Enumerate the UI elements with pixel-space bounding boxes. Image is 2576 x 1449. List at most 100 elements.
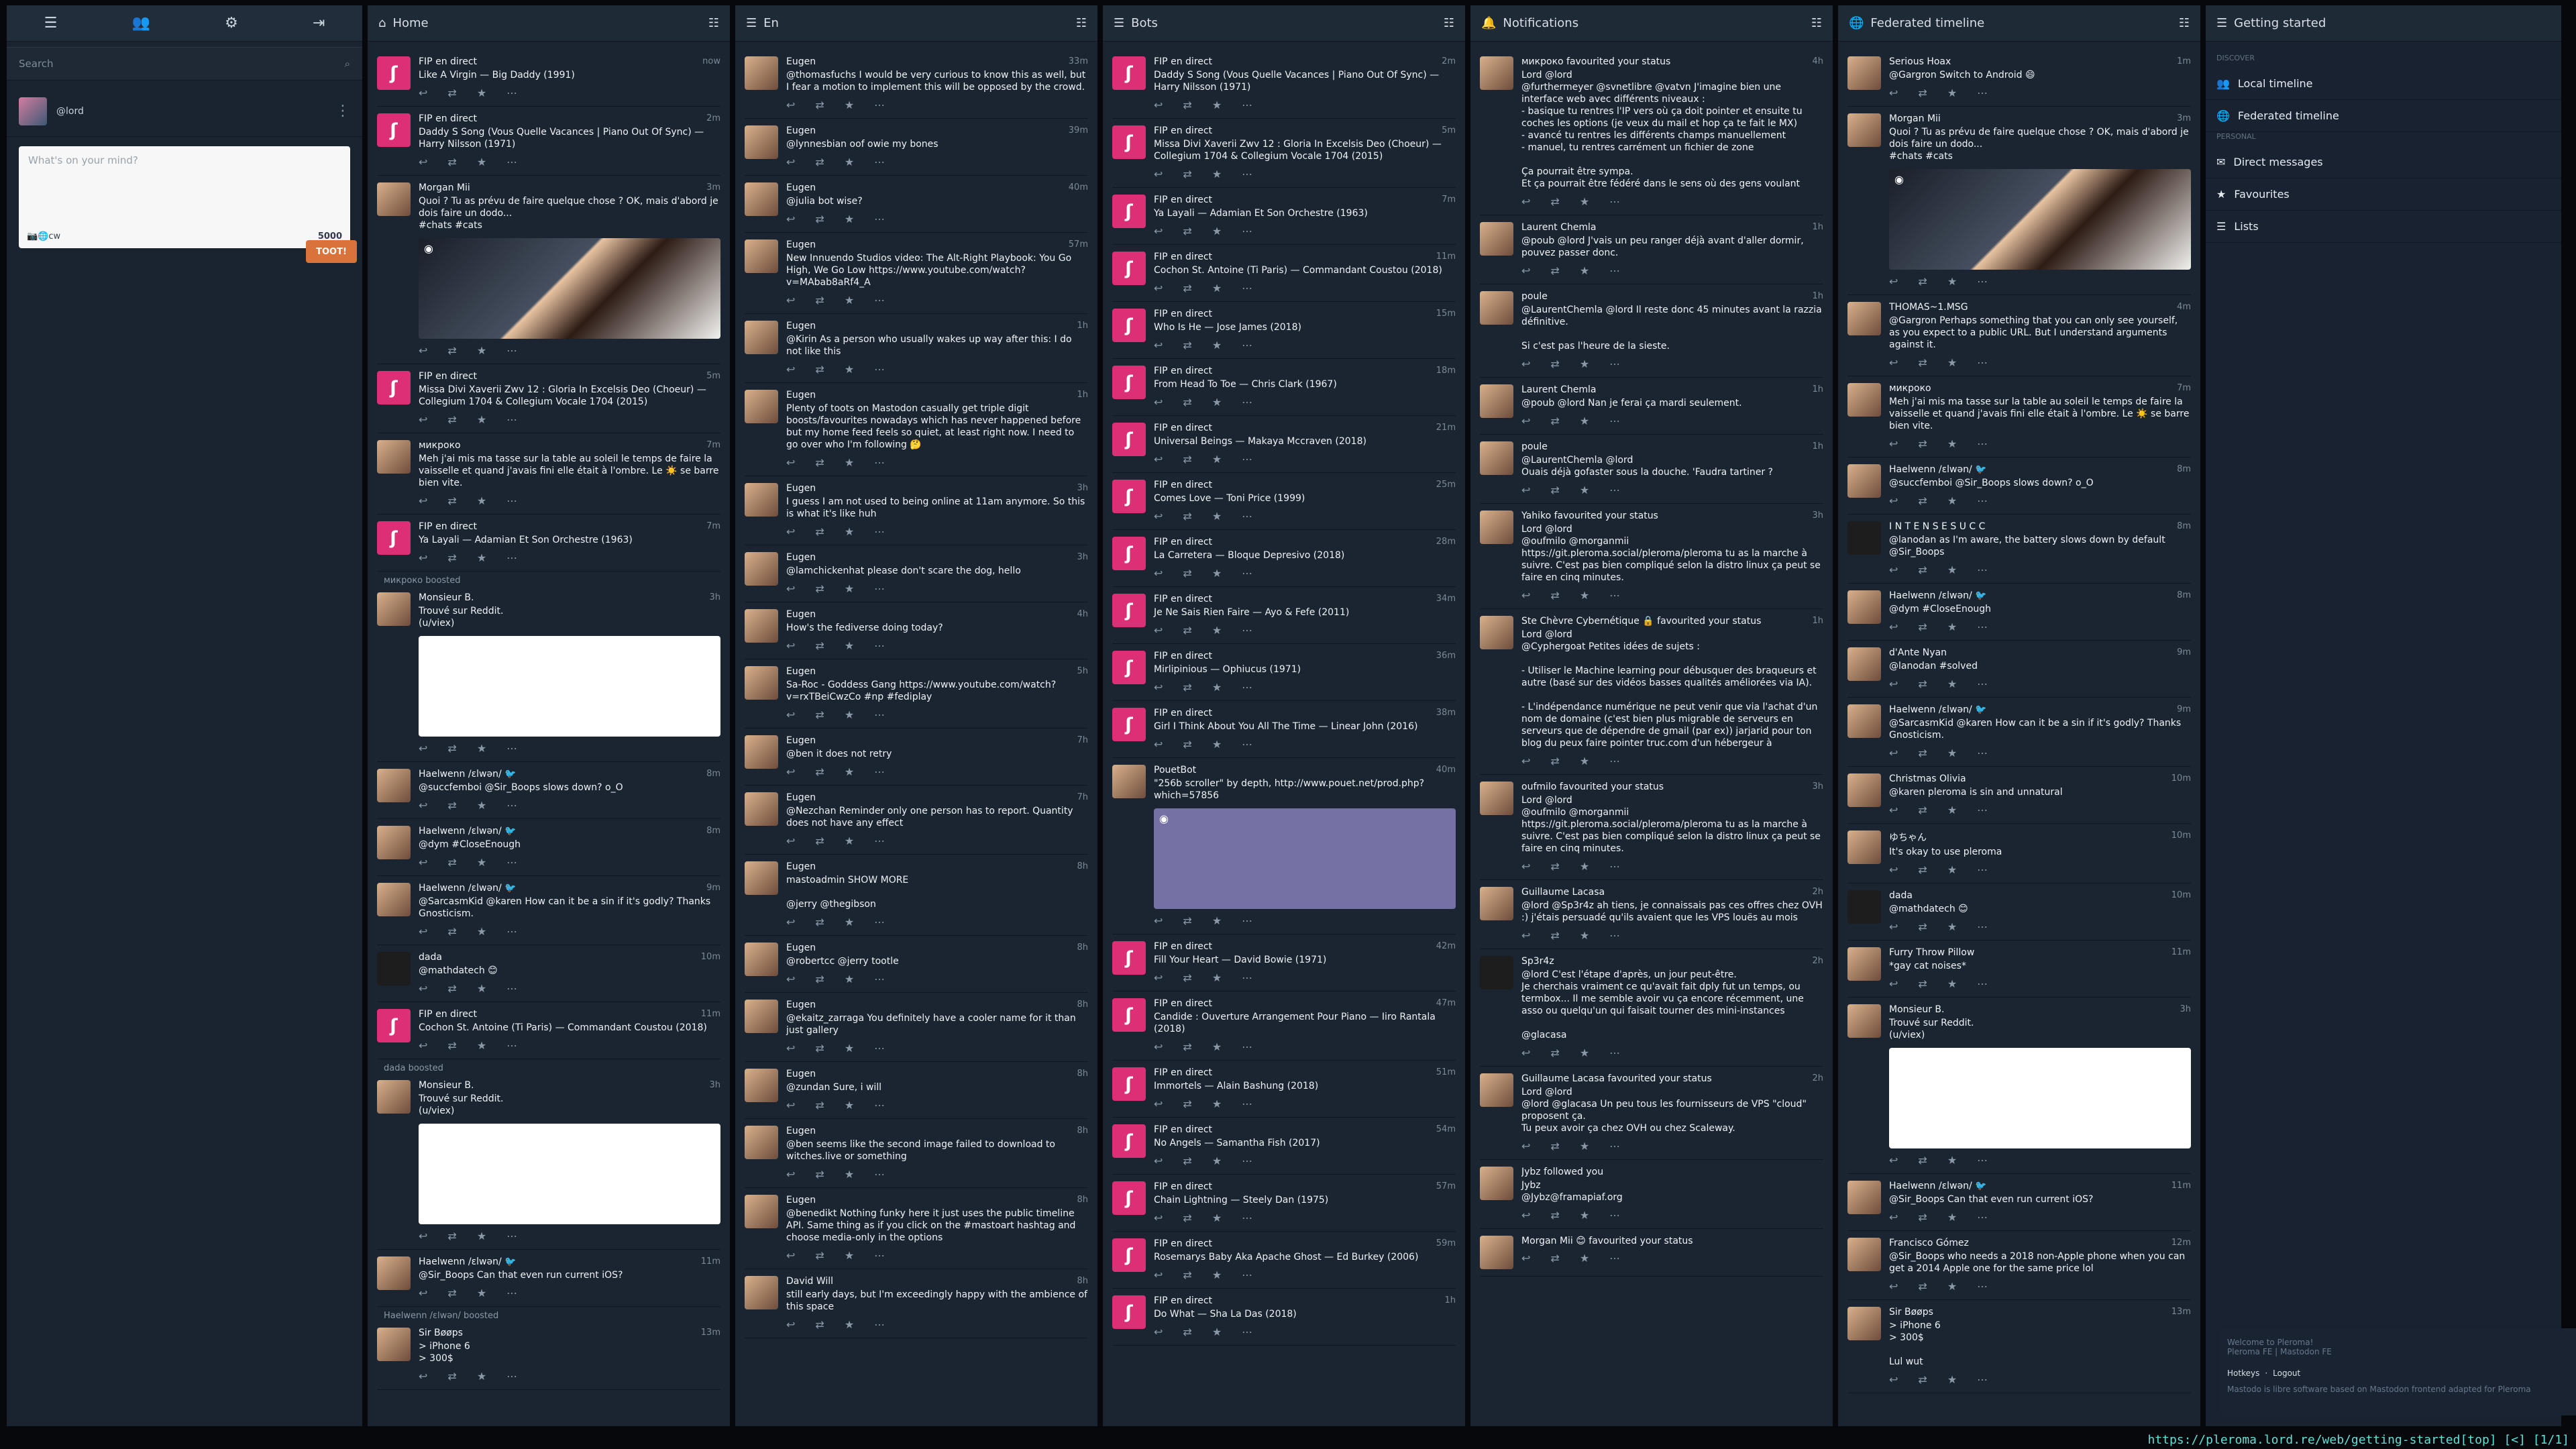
status-avatar[interactable]	[745, 56, 778, 90]
status-avatar[interactable]	[1847, 1004, 1881, 1038]
status-time[interactable]: 3m	[2177, 113, 2191, 123]
author-name[interactable]: Eugen	[786, 1195, 816, 1205]
star-icon[interactable]: ★	[845, 708, 854, 721]
author-name[interactable]: FIP en direct	[1154, 125, 1212, 136]
cat-media[interactable]	[419, 238, 720, 339]
star-icon[interactable]: ★	[477, 551, 486, 564]
star-icon[interactable]: ★	[477, 799, 486, 812]
status-time[interactable]: 8h	[1077, 861, 1088, 871]
author-name[interactable]: FIP en direct	[1154, 594, 1212, 604]
status-author[interactable]: 1m Serious Hoax	[1889, 56, 2191, 67]
star-icon[interactable]: ★	[1212, 168, 1222, 180]
status[interactable]: 1h Eugen Plenty of toots on Mastodon casua…	[745, 383, 1088, 476]
more-icon[interactable]: ⋯	[874, 639, 885, 652]
reply-icon[interactable]: ↩	[1154, 567, 1163, 580]
author-name[interactable]: THOMAS~1.MSG	[1889, 302, 1968, 313]
boost-icon[interactable]: ⇄	[815, 765, 824, 778]
star-icon[interactable]: ★	[1212, 1212, 1222, 1224]
author-name[interactable]: Eugen	[786, 943, 816, 953]
author-name[interactable]: Monsieur B.	[419, 592, 474, 603]
reply-icon[interactable]: ↩	[1154, 453, 1163, 466]
author-name[interactable]: FIP en direct	[1154, 366, 1212, 376]
star-icon[interactable]: ★	[477, 982, 486, 995]
status[interactable]: 2h Guillaume Lacasa favourited your statu…	[1480, 1067, 1823, 1160]
reply-icon[interactable]: ↩	[1521, 1252, 1530, 1265]
star-icon[interactable]: ★	[1212, 396, 1222, 409]
more-icon[interactable]: ⋯	[1977, 356, 1988, 369]
status-avatar[interactable]	[1847, 1307, 1881, 1340]
reply-icon[interactable]: ↩	[1889, 1373, 1898, 1386]
status-author[interactable]: 1h Eugen	[786, 321, 1088, 331]
settings-icon[interactable]: ☷	[1811, 16, 1822, 30]
star-icon[interactable]: ★	[1580, 1046, 1589, 1059]
star-icon[interactable]: ★	[1947, 275, 1957, 288]
more-icon[interactable]: ⋯	[1977, 747, 1988, 759]
status-time[interactable]: 3h	[1077, 483, 1088, 493]
star-icon[interactable]: ★	[1580, 1252, 1589, 1265]
status-avatar[interactable]: ʃ	[1112, 1067, 1146, 1101]
star-icon[interactable]: ★	[1212, 681, 1222, 694]
boost-icon[interactable]: ⇄	[815, 456, 824, 469]
boost-icon[interactable]: ⇄	[1183, 738, 1191, 751]
reply-icon[interactable]: ↩	[419, 925, 427, 938]
more-icon[interactable]: ⋯	[506, 156, 517, 168]
hamburger-icon[interactable]: ☰	[44, 15, 58, 32]
star-icon[interactable]: ★	[1580, 929, 1589, 942]
boost-icon[interactable]: ⇄	[447, 87, 456, 99]
boost-icon[interactable]: ⇄	[1183, 453, 1191, 466]
lists-link[interactable]: ☰ Lists	[2206, 211, 2561, 243]
boost-icon[interactable]: ⇄	[815, 1099, 824, 1112]
boost-icon[interactable]: ⇄	[1183, 1155, 1191, 1167]
boost-icon[interactable]: ⇄	[447, 856, 456, 869]
status-author[interactable]: 1h poule	[1521, 291, 1823, 302]
reply-icon[interactable]: ↩	[786, 294, 795, 307]
status[interactable]: ʃ 34m FIP en direct Je Ne Sais Rien Faire —…	[1112, 587, 1456, 644]
star-icon[interactable]: ★	[845, 525, 854, 538]
more-icon[interactable]: ⋯	[506, 344, 517, 357]
reply-icon[interactable]: ↩	[786, 1042, 795, 1055]
status-author[interactable]: 10m dada	[419, 952, 720, 963]
more-icon[interactable]: ⋯	[506, 742, 517, 755]
reply-icon[interactable]: ↩	[786, 363, 795, 376]
reply-icon[interactable]: ↩	[1889, 804, 1898, 816]
more-icon[interactable]: ⋯	[506, 856, 517, 869]
status-time[interactable]: 3h	[1812, 782, 1823, 792]
status[interactable]: 10m ゆちゃん It's okay to use pleroma ↩ ⇄ ★ ⋯	[1847, 824, 2191, 883]
status-author[interactable]: 15m FIP en direct	[1154, 309, 1456, 319]
status-time[interactable]: 33m	[1069, 56, 1088, 66]
reply-icon[interactable]: ↩	[1889, 621, 1898, 633]
reply-icon[interactable]: ↩	[419, 344, 427, 357]
more-icon[interactable]: ⋯	[1609, 484, 1620, 496]
status[interactable]: ʃ 47m FIP en direct Candide : Ouverture Arr…	[1112, 991, 1456, 1061]
author-name[interactable]: FIP en direct	[419, 1009, 477, 1020]
boost-icon[interactable]: ⇄	[1183, 624, 1191, 637]
star-icon[interactable]: ★	[845, 1099, 854, 1112]
more-icon[interactable]: ⋯	[874, 213, 885, 225]
status[interactable]: 3m Morgan Mii Quoi ? Tu as prévu de faire …	[1847, 107, 2191, 295]
status[interactable]: 8h David Will still early days, but I'm ex…	[745, 1269, 1088, 1338]
reply-icon[interactable]: ↩	[419, 87, 427, 99]
author-name[interactable]: Serious Hoax	[1889, 56, 1951, 67]
author-name[interactable]: FIP en direct	[1154, 651, 1212, 661]
status-avatar[interactable]: ʃ	[1112, 651, 1146, 684]
more-icon[interactable]: ⋯	[1609, 415, 1620, 427]
boost-icon[interactable]: ⇄	[447, 982, 456, 995]
more-icon[interactable]: ⋯	[1242, 914, 1252, 927]
more-icon[interactable]: ⋯	[1242, 99, 1252, 111]
status[interactable]: 12m Francisco Gómez @Sir_Boops who needs a…	[1847, 1231, 2191, 1300]
more-icon[interactable]: ⋯	[506, 551, 517, 564]
star-icon[interactable]: ★	[1947, 678, 1957, 690]
status-time[interactable]: 1h	[1812, 384, 1823, 394]
boost-icon[interactable]: ⇄	[815, 525, 824, 538]
status-time[interactable]: 1h	[1077, 390, 1088, 400]
boost-icon[interactable]: ⇄	[815, 973, 824, 985]
reply-icon[interactable]: ↩	[1154, 1097, 1163, 1110]
author-name[interactable]: FIP en direct	[1154, 1124, 1212, 1135]
reply-icon[interactable]: ↩	[786, 916, 795, 928]
author-name[interactable]: FIP en direct	[1154, 423, 1212, 433]
boost-icon[interactable]: ⇄	[1918, 1154, 1927, 1167]
status-avatar[interactable]: ʃ	[1112, 195, 1146, 228]
status-author[interactable]: 8h Eugen	[786, 1069, 1088, 1079]
more-icon[interactable]: ⋯	[1977, 564, 1988, 576]
author-name[interactable]: Eugen	[786, 735, 816, 746]
